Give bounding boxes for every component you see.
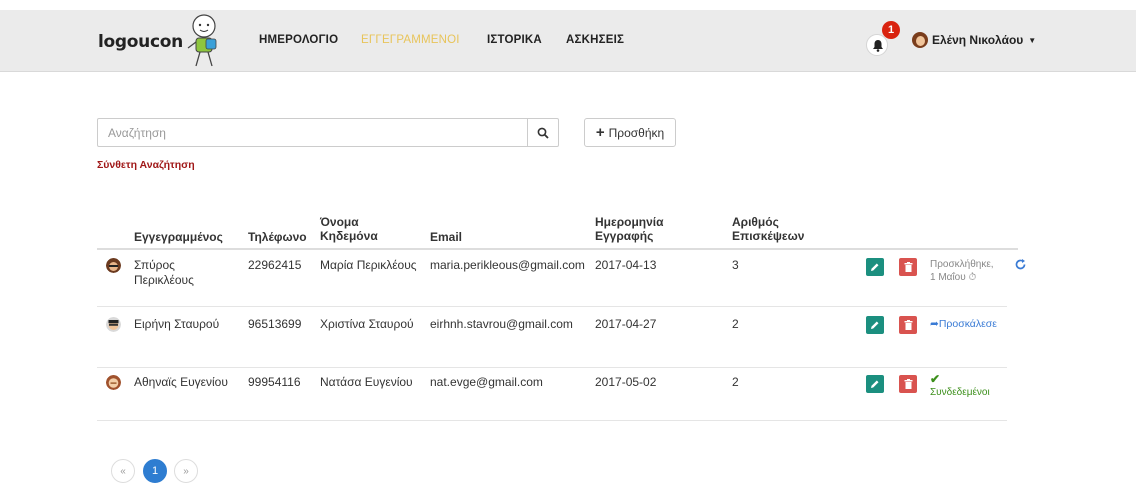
checkmark-icon: ✔ bbox=[930, 372, 941, 386]
plus-icon: + bbox=[595, 124, 605, 141]
header-date: Ημερομηνία Εγγραφής bbox=[595, 215, 664, 243]
nav-calendar[interactable]: ΗΜΕΡΟΛΟΓΙΟ bbox=[259, 34, 338, 46]
edit-button[interactable] bbox=[866, 316, 884, 334]
phone: 22962415 bbox=[248, 258, 302, 272]
search-button[interactable] bbox=[527, 119, 558, 146]
delete-button[interactable] bbox=[899, 258, 917, 276]
guardian-name: Χριστίνα Σταυρού bbox=[320, 317, 414, 331]
search-input[interactable] bbox=[98, 119, 528, 146]
user-avatar bbox=[912, 32, 928, 48]
user-name: Ελένη Νικολάου bbox=[932, 33, 1024, 47]
refresh-icon[interactable] bbox=[1014, 258, 1027, 271]
pagination-prev[interactable]: « bbox=[111, 459, 135, 483]
header-email: Email bbox=[430, 230, 463, 244]
nav-enrolled[interactable]: ΕΓΓΕΓΡΑΜΜΕΝΟΙ bbox=[361, 34, 460, 46]
row-divider bbox=[97, 420, 1007, 421]
add-button[interactable]: + Προσθήκη bbox=[584, 118, 676, 147]
edit-button[interactable] bbox=[866, 375, 884, 393]
nav-history[interactable]: ΙΣΤΟΡΙΚΑ bbox=[487, 34, 542, 46]
row-divider bbox=[97, 367, 1007, 368]
navbar: logoucon ΗΜΕΡΟΛΟΓΙΟ ΕΓΓΕΓΡΑΜΜΕΝΟΙ ΙΣΤΟΡΙ… bbox=[0, 10, 1136, 72]
delete-button[interactable] bbox=[899, 375, 917, 393]
notifications-button[interactable] bbox=[866, 34, 888, 56]
header-guardian: Όνομα Κηδεμόνα bbox=[320, 215, 378, 243]
guardian-name: Μαρία Περικλέους bbox=[320, 258, 417, 272]
guardian-name: Νατάσα Ευγενίου bbox=[320, 375, 413, 389]
email: nat.evge@gmail.com bbox=[430, 375, 543, 389]
clock-icon: ⏱ bbox=[968, 272, 977, 283]
connected-status: ✔ Συνδεδεμένοι bbox=[930, 372, 990, 399]
header-enrolled: Εγγεγραμμένος bbox=[134, 230, 223, 244]
registration-date: 2017-04-13 bbox=[595, 258, 657, 272]
logo-mascot-icon bbox=[187, 14, 217, 67]
phone: 96513699 bbox=[248, 317, 302, 331]
email: maria.perikleous@gmail.com bbox=[430, 258, 585, 272]
trash-icon bbox=[904, 379, 912, 389]
edit-button[interactable] bbox=[866, 258, 884, 276]
visit-count: 3 bbox=[732, 258, 739, 272]
avatar bbox=[106, 317, 121, 332]
bell-icon bbox=[873, 40, 883, 52]
trash-icon bbox=[904, 320, 912, 330]
caret-down-icon: ▼ bbox=[1028, 35, 1037, 45]
pagination-next[interactable]: » bbox=[174, 459, 198, 483]
pagination-page[interactable]: 1 bbox=[143, 459, 167, 483]
user-menu[interactable]: Ελένη Νικολάου ▼ bbox=[912, 32, 1036, 48]
phone: 99954116 bbox=[248, 375, 301, 389]
trash-icon bbox=[904, 262, 912, 272]
logo-text[interactable]: logoucon bbox=[98, 32, 183, 52]
invite-link[interactable]: ➦Προσκάλεσε bbox=[930, 318, 997, 330]
row-divider bbox=[97, 306, 1007, 307]
add-button-label: Προσθήκη bbox=[608, 125, 665, 140]
notification-badge: 1 bbox=[882, 21, 900, 39]
nav-exercises[interactable]: ΑΣΚΗΣΕΙΣ bbox=[566, 34, 624, 46]
enrolled-name[interactable]: Σπύρος Περικλέους bbox=[134, 258, 194, 288]
visit-count: 2 bbox=[732, 375, 739, 389]
invite-status: Προσκλήθηκε, 1 Μαΐου ⏱ bbox=[930, 259, 994, 283]
table-header-divider bbox=[97, 248, 1018, 250]
pencil-icon bbox=[871, 321, 879, 329]
pencil-icon bbox=[871, 263, 879, 271]
header-visits: Αριθμός Επισκέψεων bbox=[732, 215, 805, 243]
pencil-icon bbox=[871, 380, 879, 388]
enrolled-name[interactable]: Ειρήνη Σταυρού bbox=[134, 317, 219, 332]
avatar bbox=[106, 375, 121, 390]
registration-date: 2017-04-27 bbox=[595, 317, 657, 331]
email: eirhnh.stavrou@gmail.com bbox=[430, 317, 573, 331]
search-box bbox=[97, 118, 559, 147]
header-phone: Τηλέφωνο bbox=[248, 230, 307, 244]
delete-button[interactable] bbox=[899, 316, 917, 334]
avatar bbox=[106, 258, 121, 273]
enrolled-name[interactable]: Αθηναϊς Ευγενίου bbox=[134, 375, 228, 390]
share-arrow-icon: ➦ bbox=[930, 318, 939, 330]
visit-count: 2 bbox=[732, 317, 739, 331]
registration-date: 2017-05-02 bbox=[595, 375, 657, 389]
advanced-search-link[interactable]: Σύνθετη Αναζήτηση bbox=[97, 159, 195, 171]
search-icon bbox=[537, 127, 549, 139]
